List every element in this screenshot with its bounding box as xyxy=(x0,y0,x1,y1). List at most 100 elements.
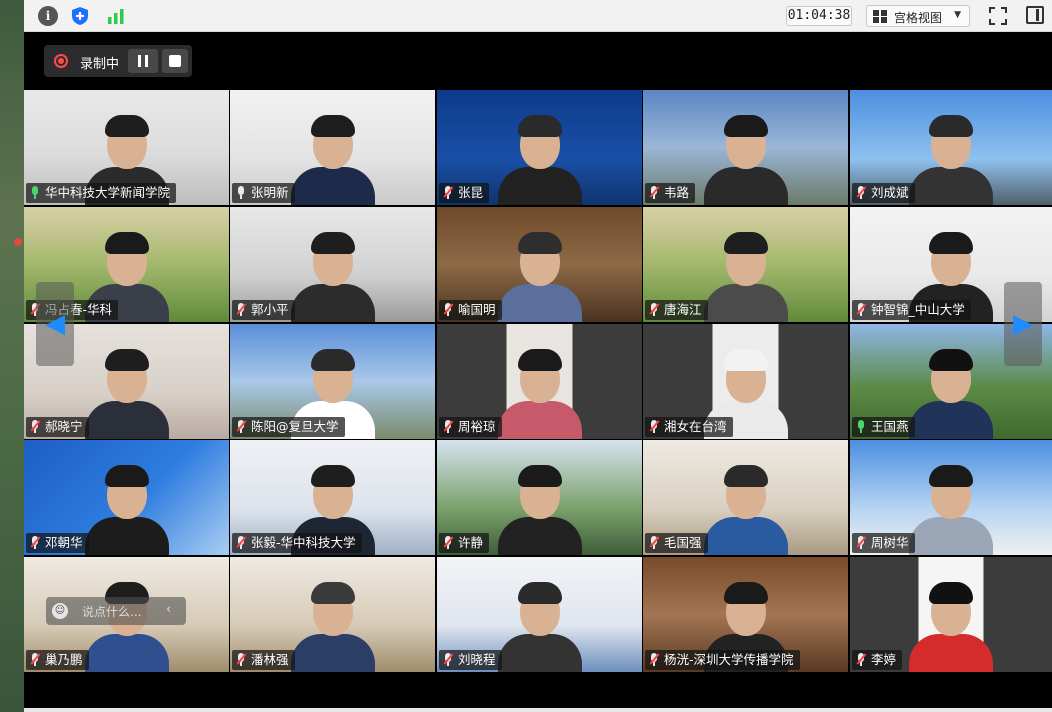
mic-muted-icon xyxy=(236,303,246,316)
participant-video xyxy=(81,339,173,439)
participant-name: 刘成斌 xyxy=(871,185,909,200)
participant-tile[interactable]: 李婷 xyxy=(850,557,1052,672)
participant-tile[interactable]: 邓朝华 xyxy=(24,440,229,555)
participant-tile[interactable]: 刘晓程 xyxy=(437,557,642,672)
participant-tile[interactable]: 郭小平 xyxy=(230,207,435,322)
participant-nameplate: 邓朝华 xyxy=(26,533,89,553)
participant-tile[interactable]: 华中科技大学新闻学院 xyxy=(24,90,229,205)
participant-name: 郝晓宁 xyxy=(45,419,83,434)
participant-nameplate: 周树华 xyxy=(852,533,915,553)
shield-icon[interactable] xyxy=(70,6,90,26)
participant-name: 许静 xyxy=(458,535,484,550)
participant-nameplate: 喻国明 xyxy=(439,300,502,320)
participant-name: 李婷 xyxy=(871,652,897,667)
participant-name: 潘林强 xyxy=(251,652,289,667)
participant-nameplate: 湘女在台湾 xyxy=(645,417,733,437)
participant-tile[interactable]: 张明新 xyxy=(230,90,435,205)
mic-muted-icon xyxy=(443,303,453,316)
signal-bars-icon[interactable] xyxy=(106,6,126,26)
participant-tile[interactable]: 张毅-华中科技大学 xyxy=(230,440,435,555)
participant-name: 王国燕 xyxy=(871,419,909,434)
chevron-down-icon: ▼ xyxy=(954,10,961,20)
participant-name: 杨洸-深圳大学传播学院 xyxy=(664,652,794,667)
next-page-button[interactable]: ▶ xyxy=(1004,282,1042,366)
view-mode-dropdown[interactable]: 宫格视图 ▼ xyxy=(866,5,970,27)
participant-video xyxy=(905,455,997,555)
participant-nameplate: 张明新 xyxy=(232,183,295,203)
participant-tile[interactable]: 潘林强 xyxy=(230,557,435,672)
info-icon[interactable]: i xyxy=(38,6,58,26)
participant-nameplate: 周裕琼 xyxy=(439,417,502,437)
participant-tile[interactable]: 韦路 xyxy=(643,90,848,205)
participant-name: 湘女在台湾 xyxy=(664,419,727,434)
participant-nameplate: 杨洸-深圳大学传播学院 xyxy=(645,650,800,670)
participant-tile[interactable]: 喻国明 xyxy=(437,207,642,322)
mic-muted-icon xyxy=(30,536,40,549)
window-bottom-edge xyxy=(24,708,1052,712)
participant-name: 郭小平 xyxy=(251,302,289,317)
participant-video xyxy=(81,455,173,555)
video-stage: 录制中 华中科技大学新闻学院 张明新 张昆 韦路 刘成斌 冯占春-华科 郭小平 喻国明 唐海江钟… xyxy=(24,32,1052,708)
mic-muted-icon xyxy=(443,536,453,549)
meeting-app: i 01:04:38 宫格视图 ▼ 录制中 华中科技大学新闻学院 张明新 张昆 韦路刘… xyxy=(0,0,1052,712)
participant-name: 刘晓程 xyxy=(458,652,496,667)
side-panel-icon[interactable] xyxy=(1026,6,1044,24)
participant-name: 喻国明 xyxy=(458,302,496,317)
participant-video xyxy=(287,572,379,672)
mic-muted-icon xyxy=(236,653,246,666)
participant-name: 华中科技大学新闻学院 xyxy=(45,185,171,200)
participant-grid: 华中科技大学新闻学院 张明新 张昆 韦路 刘成斌 冯占春-华科 郭小平 喻国明 唐海江 钟智锦_中… xyxy=(24,90,1052,672)
participant-video xyxy=(494,572,586,672)
participant-tile[interactable]: 陈阳@复旦大学 xyxy=(230,324,435,439)
participant-tile[interactable]: 杨洸-深圳大学传播学院 xyxy=(643,557,848,672)
participant-nameplate: 钟智锦_中山大学 xyxy=(852,300,971,320)
mic-muted-icon xyxy=(443,653,453,666)
participant-nameplate: 巢乃鹏 xyxy=(26,650,89,670)
participant-nameplate: 张毅-华中科技大学 xyxy=(232,533,362,553)
participant-tile[interactable]: 张昆 xyxy=(437,90,642,205)
stop-recording-button[interactable] xyxy=(162,49,188,73)
participant-name: 唐海江 xyxy=(664,302,702,317)
mic-muted-icon xyxy=(236,536,246,549)
participant-name: 韦路 xyxy=(664,185,690,200)
participant-tile[interactable]: 周裕琼 xyxy=(437,324,642,439)
meeting-timer: 01:04:38 xyxy=(786,6,852,26)
pause-recording-button[interactable] xyxy=(128,49,158,73)
participant-tile[interactable]: 许静 xyxy=(437,440,642,555)
participant-nameplate: 韦路 xyxy=(645,183,696,203)
participant-nameplate: 郭小平 xyxy=(232,300,295,320)
mic-muted-icon xyxy=(856,303,866,316)
mic-muted-icon xyxy=(649,536,659,549)
participant-name: 张毅-华中科技大学 xyxy=(251,535,356,550)
participant-name: 周树华 xyxy=(871,535,909,550)
desktop-marker xyxy=(14,238,22,246)
mic-muted-icon xyxy=(856,186,866,199)
participant-nameplate: 张昆 xyxy=(439,183,490,203)
recording-label: 录制中 xyxy=(80,57,120,72)
participant-tile[interactable]: 湘女在台湾 xyxy=(643,324,848,439)
mic-muted-icon xyxy=(30,653,40,666)
participant-video xyxy=(700,455,792,555)
mic-muted-icon xyxy=(649,653,659,666)
participant-tile[interactable]: 毛国强 xyxy=(643,440,848,555)
participant-nameplate: 刘成斌 xyxy=(852,183,915,203)
desktop-background xyxy=(0,0,24,712)
chat-input[interactable]: ☺ 说点什么... ‹ xyxy=(46,597,186,625)
collapse-chat-icon[interactable]: ‹ xyxy=(166,602,171,617)
fullscreen-icon[interactable] xyxy=(988,6,1008,26)
mic-muted-icon xyxy=(30,420,40,433)
recording-bar: 录制中 xyxy=(44,45,192,77)
previous-page-button[interactable]: ◀ xyxy=(36,282,74,366)
mic-muted-icon xyxy=(856,653,866,666)
participant-name: 钟智锦_中山大学 xyxy=(871,302,965,317)
participant-tile[interactable]: 刘成斌 xyxy=(850,90,1052,205)
participant-video xyxy=(700,222,792,322)
participant-tile[interactable]: 唐海江 xyxy=(643,207,848,322)
participant-video xyxy=(905,339,997,439)
participant-nameplate: 毛国强 xyxy=(645,533,708,553)
view-mode-label: 宫格视图 xyxy=(894,11,943,25)
participant-video xyxy=(700,105,792,205)
participant-tile[interactable]: 周树华 xyxy=(850,440,1052,555)
emoji-icon[interactable]: ☺ xyxy=(52,603,68,619)
microphone-icon xyxy=(30,186,40,199)
